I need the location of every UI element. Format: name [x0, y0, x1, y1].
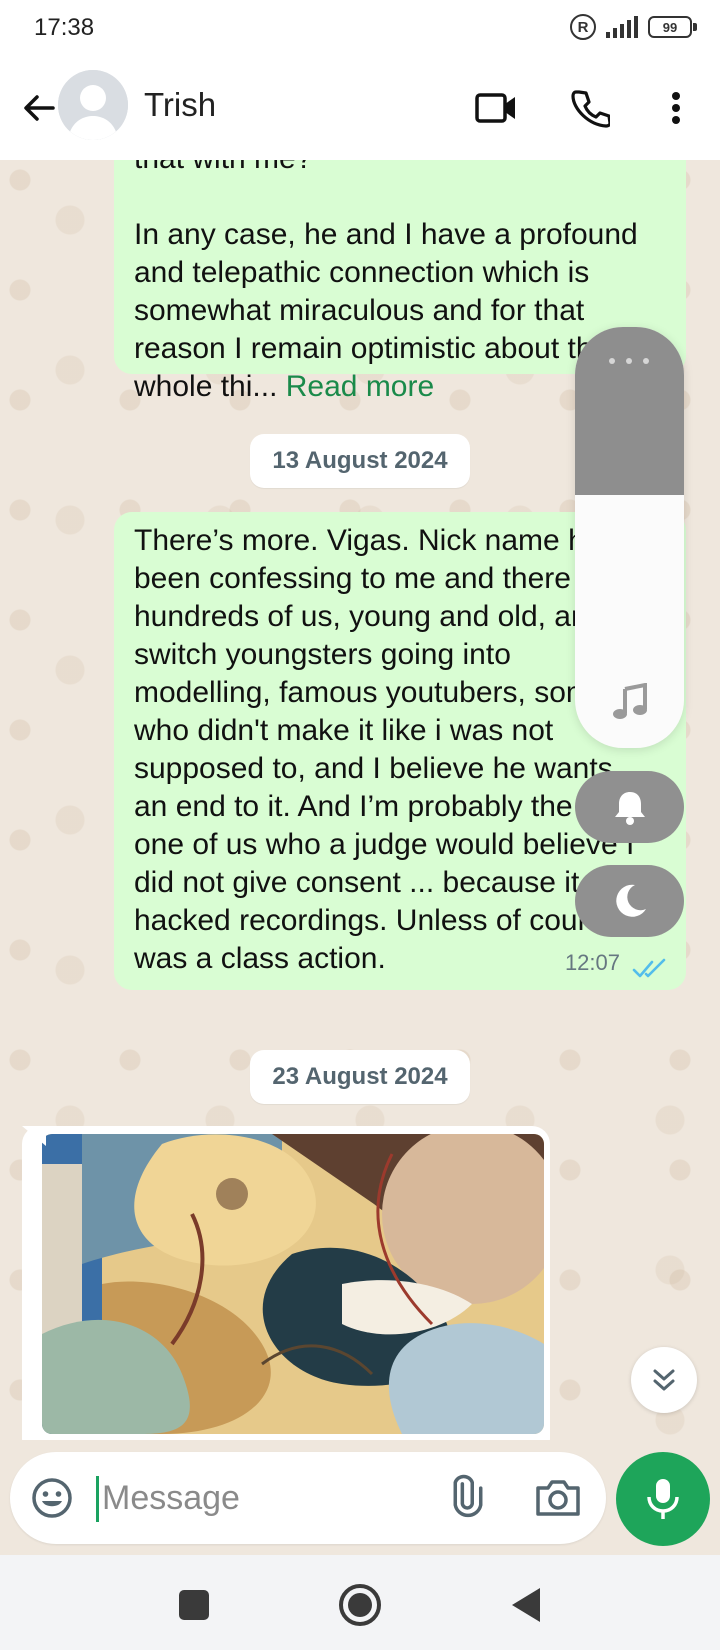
chat-header: Trish — [0, 56, 720, 160]
message-partial-text: that with me? — [134, 160, 666, 178]
home-button[interactable] — [332, 1577, 388, 1633]
do-not-disturb-button[interactable] — [575, 865, 684, 937]
video-call-icon[interactable] — [470, 82, 522, 134]
double-chevron-down-icon — [653, 1369, 675, 1391]
message-input[interactable] — [102, 1472, 422, 1524]
image-message[interactable] — [22, 1126, 550, 1440]
read-ticks-icon — [632, 958, 666, 978]
more-icon[interactable] — [609, 355, 649, 367]
registered-icon: R — [570, 14, 596, 40]
bell-icon — [614, 792, 645, 825]
status-icons: R 99 — [570, 14, 697, 40]
status-bar: 17:38 R 99 — [0, 0, 720, 56]
battery-icon: 99 — [648, 16, 697, 38]
message-time: 12:07 — [564, 950, 620, 975]
signal-icon — [606, 16, 638, 38]
moon-icon — [615, 884, 646, 917]
back-button[interactable] — [498, 1577, 554, 1633]
avatar[interactable] — [58, 70, 128, 140]
recents-button[interactable] — [166, 1577, 222, 1633]
voice-call-icon[interactable] — [564, 82, 616, 134]
more-options-icon[interactable] — [650, 82, 702, 134]
camera-icon[interactable] — [534, 1476, 582, 1520]
circle-icon — [339, 1584, 381, 1626]
read-more-link[interactable]: Read more — [286, 370, 434, 403]
date-chip-2: 23 August 2024 — [250, 1050, 470, 1104]
text-cursor — [96, 1476, 99, 1522]
music-note-icon[interactable] — [611, 683, 649, 721]
system-nav-bar — [0, 1555, 720, 1650]
microphone-icon — [647, 1479, 679, 1519]
date-chip-1: 13 August 2024 — [250, 434, 470, 488]
scroll-to-bottom-button[interactable] — [631, 1347, 697, 1413]
painting-image[interactable] — [42, 1134, 544, 1434]
mic-button[interactable] — [616, 1452, 710, 1546]
square-icon — [179, 1590, 209, 1620]
back-arrow-icon[interactable] — [14, 83, 64, 133]
contact-name[interactable]: Trish — [144, 86, 216, 124]
emoji-icon[interactable] — [30, 1476, 74, 1520]
volume-panel[interactable] — [575, 327, 684, 748]
triangle-back-icon — [512, 1588, 540, 1622]
volume-level-fill[interactable] — [575, 327, 684, 495]
message-composer — [0, 1440, 720, 1555]
status-time: 17:38 — [34, 14, 95, 41]
attach-icon[interactable] — [444, 1474, 492, 1522]
ring-mode-button[interactable] — [575, 771, 684, 843]
message-box[interactable] — [10, 1452, 606, 1544]
